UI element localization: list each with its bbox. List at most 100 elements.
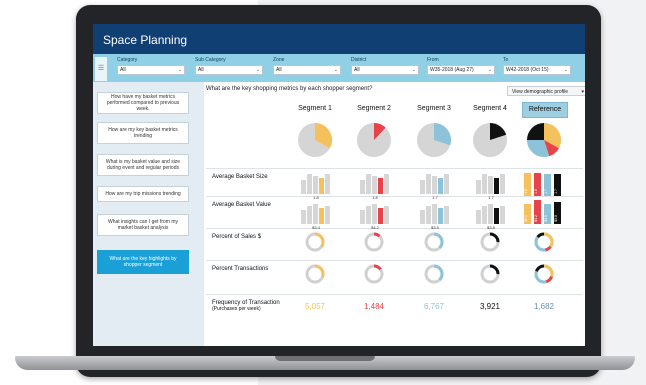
segment-pie — [417, 123, 451, 157]
segment-header: Segment 3 — [417, 105, 451, 112]
bar — [426, 206, 431, 224]
bar — [378, 208, 383, 224]
bar-mini-chart: $3.8 — [476, 200, 508, 230]
bar — [476, 180, 481, 194]
bar — [301, 210, 306, 224]
chevron-down-icon: ⌄ — [255, 67, 260, 73]
demographic-profile-dropdown[interactable]: View demographic profile ▾ — [507, 86, 585, 96]
app-title: Space Planning — [103, 33, 188, 47]
bar-mini-chart: 1.7 — [420, 170, 452, 200]
reference-bar-label: 1.8 — [534, 189, 538, 194]
question-text: How are my key basket metrics trending — [108, 127, 178, 139]
bar-value-label: $3.5 — [431, 225, 439, 230]
sales-donut — [364, 232, 384, 252]
filter-district: District All ⌄ — [351, 57, 419, 75]
bar — [372, 176, 377, 194]
bar-mini-chart: $3.4 — [301, 200, 333, 230]
bar — [476, 210, 481, 224]
row-label: Average Basket Value — [212, 202, 271, 208]
bar — [494, 208, 499, 224]
bar-mini-chart: 1.8 — [301, 170, 333, 200]
row-label-text: Average Basket Value — [212, 202, 271, 208]
question-item[interactable]: What are the key highlights by shopper s… — [97, 250, 189, 274]
bar — [420, 180, 425, 194]
question-item[interactable]: How are my trip missions trending — [97, 186, 189, 202]
question-item[interactable]: What is my basket value and size during … — [97, 154, 189, 176]
bar — [384, 174, 389, 194]
segment-pie — [473, 123, 507, 157]
bar — [438, 178, 443, 194]
row-label-text: Percent of Sales $ — [212, 234, 262, 240]
bar — [325, 206, 330, 224]
bar — [444, 174, 449, 194]
donut-track — [364, 232, 384, 252]
question-item[interactable]: What insights can I get from my market b… — [97, 214, 189, 236]
reference-bar-label: $3.4 — [524, 215, 528, 222]
question-text: How are my trip missions trending — [105, 191, 181, 197]
bar — [372, 204, 377, 224]
segment-dashboard: What are the key shopping metrics by eac… — [204, 82, 585, 346]
bar — [319, 178, 324, 194]
filter-from: From W35-2018 (Aug 27) ⌄ — [427, 57, 495, 75]
row-divider — [206, 228, 583, 229]
bar — [360, 210, 365, 224]
bar — [488, 176, 493, 194]
filter-category: Category All ⌄ — [117, 57, 185, 75]
bar-value-label: $3.4 — [312, 225, 320, 230]
filter-value: All — [198, 67, 204, 73]
filter-label: Category — [117, 57, 138, 63]
reference-bar-chart: 1.8 1.8 1.7 1.7 — [522, 170, 566, 196]
row-label: Percent Transactions — [212, 266, 268, 272]
filter-select[interactable]: All ⌄ — [273, 65, 341, 75]
dashboard-title: What are the key shopping metrics by eac… — [206, 86, 373, 92]
filter-menu-icon[interactable]: ☰ — [95, 57, 107, 81]
reference-bar: $4.2 — [534, 200, 541, 224]
row-sublabel: (Purchases per week) — [212, 306, 261, 312]
bar — [384, 206, 389, 224]
reference-bar-label: 1.7 — [554, 189, 558, 194]
frequency-value: 3,921 — [479, 302, 501, 311]
filter-label: From — [427, 57, 439, 63]
reference-sales-donut — [534, 232, 554, 252]
filter-zone: Zone All ⌄ — [273, 57, 341, 75]
reference-bar-label: 1.7 — [544, 189, 548, 194]
bar-mini-chart: 1.8 — [360, 170, 392, 200]
bar — [432, 204, 437, 224]
question-item[interactable]: How have my basket metrics performed com… — [97, 92, 189, 114]
transactions-donut — [364, 264, 384, 284]
segment-pie — [298, 123, 332, 157]
row-label: Average Basket Size — [212, 174, 268, 180]
filter-bar: ☰ Category All ⌄ Sub Category All ⌄ Zone All ⌄ Di… — [93, 54, 585, 82]
question-panel: How have my basket metrics performed com… — [93, 82, 204, 346]
reference-header: Reference — [522, 102, 568, 118]
row-divider — [206, 196, 583, 197]
filter-select[interactable]: All ⌄ — [195, 65, 263, 75]
filter-select[interactable]: All ⌄ — [117, 65, 185, 75]
bar-value-label: $3.8 — [487, 225, 495, 230]
bar — [482, 206, 487, 224]
row-divider — [206, 168, 583, 169]
bar — [360, 180, 365, 194]
row-divider — [206, 260, 583, 261]
reference-bar: $3.4 — [524, 203, 531, 224]
bar — [307, 206, 312, 224]
transactions-donut — [305, 264, 325, 284]
filter-value: W42-2018 (Oct 15) — [506, 67, 549, 73]
filter-select[interactable]: W35-2018 (Aug 27) ⌄ — [427, 65, 495, 75]
reference-bar: $3.8 — [554, 201, 561, 224]
filter-select[interactable]: All ⌄ — [351, 65, 419, 75]
reference-bar: 1.7 — [544, 173, 551, 196]
bar — [313, 176, 318, 194]
profile-dropdown-label: View demographic profile — [512, 89, 569, 95]
filter-label: Sub Category — [195, 57, 226, 63]
reference-bar-label: 1.8 — [524, 189, 528, 194]
filter-select[interactable]: W42-2018 (Oct 15) ⌄ — [503, 65, 571, 75]
bar — [366, 174, 371, 194]
question-text: How have my basket metrics performed com… — [106, 94, 180, 112]
bar — [438, 208, 443, 224]
reference-pie — [527, 123, 561, 157]
question-item[interactable]: How are my key basket metrics trending — [97, 122, 189, 144]
row-label-text: Average Basket Size — [212, 174, 268, 180]
bar — [319, 208, 324, 224]
filter-to: To W42-2018 (Oct 15) ⌄ — [503, 57, 571, 75]
